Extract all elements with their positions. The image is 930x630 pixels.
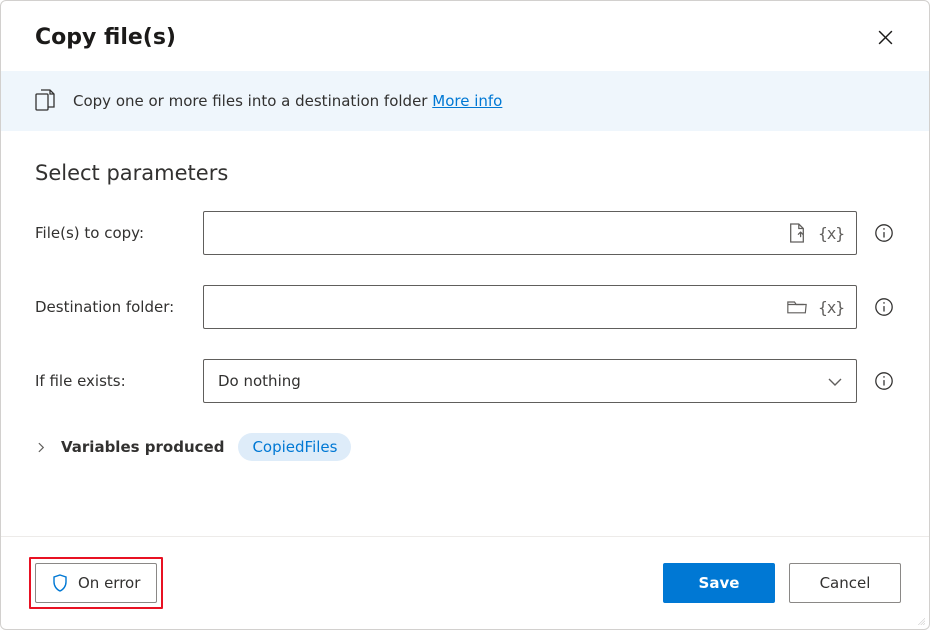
dialog-footer: On error Save Cancel bbox=[1, 536, 929, 629]
info-icon bbox=[874, 297, 894, 317]
variables-produced-label: Variables produced bbox=[61, 438, 224, 456]
dialog-title: Copy file(s) bbox=[35, 25, 176, 50]
variables-produced-row[interactable]: Variables produced CopiedFiles bbox=[35, 433, 895, 461]
files-to-copy-input[interactable] bbox=[218, 212, 786, 254]
resize-grip[interactable] bbox=[913, 613, 925, 625]
dialog-header: Copy file(s) bbox=[1, 1, 929, 71]
cancel-button[interactable]: Cancel bbox=[789, 563, 901, 603]
files-to-copy-label: File(s) to copy: bbox=[35, 224, 203, 242]
file-picker-icon bbox=[788, 223, 806, 243]
pick-file-button[interactable] bbox=[786, 222, 808, 244]
info-banner: Copy one or more files into a destinatio… bbox=[1, 71, 929, 131]
if-exists-label: If file exists: bbox=[35, 372, 203, 390]
param-row-files: File(s) to copy: {x} bbox=[35, 211, 895, 255]
insert-variable-button[interactable]: {x} bbox=[816, 224, 846, 243]
save-label: Save bbox=[699, 574, 740, 592]
destination-input-icons: {x} bbox=[786, 296, 850, 318]
destination-label: Destination folder: bbox=[35, 298, 203, 316]
if-exists-help-button[interactable] bbox=[873, 370, 895, 392]
copy-files-dialog: Copy file(s) Copy one or more files into… bbox=[0, 0, 930, 630]
info-text-wrap: Copy one or more files into a destinatio… bbox=[73, 92, 502, 110]
info-icon bbox=[874, 223, 894, 243]
param-row-if-exists: If file exists: Do nothing bbox=[35, 359, 895, 403]
insert-variable-button[interactable]: {x} bbox=[816, 298, 846, 317]
cancel-label: Cancel bbox=[820, 574, 871, 592]
copy-files-icon bbox=[35, 89, 57, 113]
pick-folder-button[interactable] bbox=[786, 296, 808, 318]
destination-input-box[interactable]: {x} bbox=[203, 285, 857, 329]
close-icon bbox=[877, 29, 894, 46]
if-exists-value: Do nothing bbox=[218, 372, 820, 390]
destination-help-button[interactable] bbox=[873, 296, 895, 318]
if-exists-select[interactable]: Do nothing bbox=[203, 359, 857, 403]
folder-icon bbox=[787, 299, 807, 315]
param-row-destination: Destination folder: {x} bbox=[35, 285, 895, 329]
files-input-icons: {x} bbox=[786, 222, 850, 244]
section-title: Select parameters bbox=[35, 161, 895, 185]
chevron-right-icon bbox=[35, 441, 47, 453]
destination-input[interactable] bbox=[218, 286, 786, 328]
info-text: Copy one or more files into a destinatio… bbox=[73, 92, 432, 110]
more-info-link[interactable]: More info bbox=[432, 92, 502, 110]
shield-icon bbox=[52, 574, 68, 592]
chevron-down-icon bbox=[820, 372, 850, 390]
on-error-label: On error bbox=[78, 574, 140, 592]
dialog-body: Select parameters File(s) to copy: bbox=[1, 131, 929, 536]
info-icon bbox=[874, 371, 894, 391]
on-error-highlight: On error bbox=[29, 557, 163, 609]
variable-pill[interactable]: CopiedFiles bbox=[238, 433, 351, 461]
if-exists-field: Do nothing bbox=[203, 359, 895, 403]
files-to-copy-input-box[interactable]: {x} bbox=[203, 211, 857, 255]
files-to-copy-field: {x} bbox=[203, 211, 895, 255]
files-help-button[interactable] bbox=[873, 222, 895, 244]
save-button[interactable]: Save bbox=[663, 563, 775, 603]
destination-field: {x} bbox=[203, 285, 895, 329]
close-button[interactable] bbox=[869, 21, 901, 53]
footer-buttons: Save Cancel bbox=[663, 563, 901, 603]
on-error-button[interactable]: On error bbox=[35, 563, 157, 603]
